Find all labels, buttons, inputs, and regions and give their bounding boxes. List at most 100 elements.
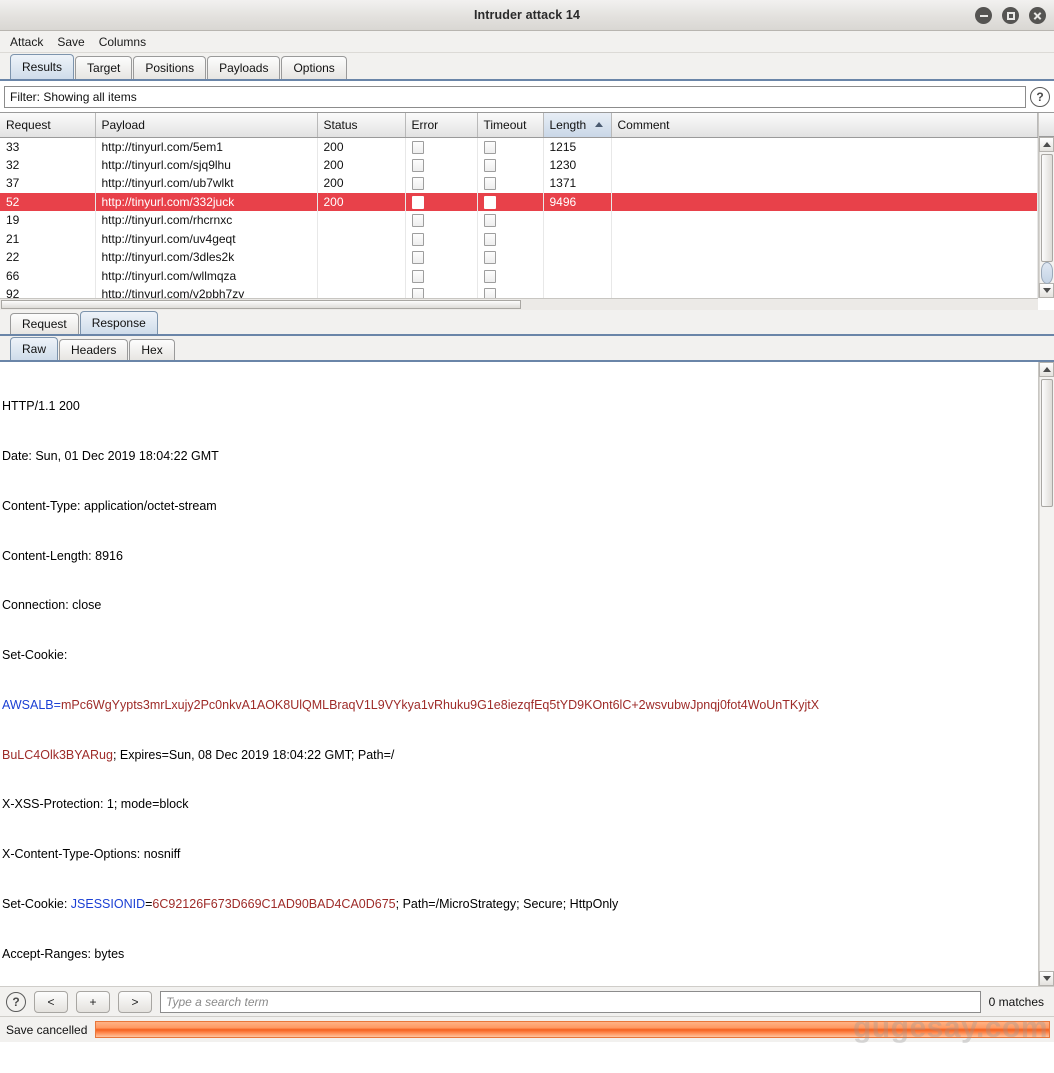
menu-item-columns[interactable]: Columns	[99, 35, 146, 49]
table-header-row: Request Payload Status Error Timeout Len…	[0, 113, 1038, 138]
header-set-cookie-jsessionid: Set-Cookie: JSESSIONID=6C92126F673D669C1…	[2, 896, 1038, 913]
tab-response[interactable]: Response	[79, 311, 158, 334]
horizontal-scroll-thumb[interactable]	[1, 300, 521, 309]
table-row[interactable]: 37 http://tinyurl.com/ub7wlkt 200 1371	[0, 174, 1038, 193]
menu-item-save[interactable]: Save	[57, 35, 84, 49]
table-row[interactable]: 32 http://tinyurl.com/sjq9lhu 200 1230	[0, 155, 1038, 174]
maximize-icon[interactable]	[1002, 7, 1019, 24]
minimize-icon[interactable]	[975, 7, 992, 24]
scroll-track[interactable]	[1039, 152, 1054, 284]
table-row[interactable]: 22 http://tinyurl.com/3dles2k	[0, 248, 1038, 267]
column-header-error[interactable]: Error	[405, 113, 478, 138]
cell-payload: http://tinyurl.com/ub7wlkt	[95, 174, 318, 193]
menu-item-attack[interactable]: Attack	[10, 35, 43, 49]
scrollbar-header-spacer	[1039, 113, 1054, 137]
table-row[interactable]: 33 http://tinyurl.com/5em1 200 1215	[0, 137, 1038, 156]
response-raw-text[interactable]: HTTP/1.1 200 Date: Sun, 01 Dec 2019 18:0…	[0, 362, 1038, 986]
filter-row: Filter: Showing all items ?	[0, 81, 1054, 112]
timeout-checkbox[interactable]	[483, 177, 496, 191]
response-scroll-track[interactable]	[1039, 377, 1054, 971]
cell-error	[405, 192, 478, 211]
timeout-checkbox[interactable]	[483, 195, 496, 209]
response-scroll-up-button[interactable]	[1039, 362, 1054, 377]
column-header-length[interactable]: Length	[543, 113, 612, 138]
search-help-icon[interactable]: ?	[6, 991, 26, 1012]
header-xss-protection: X-XSS-Protection: 1; mode=block	[2, 797, 189, 812]
cell-comment	[611, 285, 1038, 298]
jsessionid-attributes: ; Path=/MicroStrategy; Secure; HttpOnly	[395, 897, 619, 911]
results-horizontal-scrollbar[interactable]	[0, 298, 1038, 310]
cell-timeout	[477, 248, 544, 267]
table-row[interactable]: 92 http://tinyurl.com/v2pbh7zy	[0, 285, 1038, 298]
tab-raw[interactable]: Raw	[10, 337, 59, 360]
title-bar: Intruder attack 14	[0, 0, 1054, 31]
table-row[interactable]: 21 http://tinyurl.com/uv4geqt	[0, 229, 1038, 248]
table-row[interactable]: 66 http://tinyurl.com/wllmqza	[0, 266, 1038, 285]
tab-payloads[interactable]: Payloads	[207, 56, 281, 79]
tab-hex[interactable]: Hex	[129, 339, 175, 360]
response-panel: HTTP/1.1 200 Date: Sun, 01 Dec 2019 18:0…	[0, 362, 1054, 986]
error-checkbox[interactable]	[411, 140, 424, 154]
cell-payload: http://tinyurl.com/wllmqza	[95, 266, 318, 285]
awsalb-value-part1: mPc6WgYypts3mrLxujy2Pc0nkvA1AOK8UlQMLBra…	[60, 697, 820, 712]
timeout-checkbox[interactable]	[483, 288, 496, 298]
search-input[interactable]: Type a search term	[160, 990, 981, 1013]
scroll-up-button[interactable]	[1039, 137, 1054, 152]
scroll-grip[interactable]	[1041, 262, 1053, 284]
tab-options[interactable]: Options	[281, 56, 347, 79]
filter-bar[interactable]: Filter: Showing all items	[4, 86, 1026, 108]
help-icon[interactable]: ?	[1030, 87, 1050, 107]
error-checkbox[interactable]	[411, 214, 424, 228]
column-header-comment[interactable]: Comment	[611, 113, 1038, 138]
response-scroll-down-button[interactable]	[1039, 971, 1054, 986]
search-prev-button[interactable]: <	[34, 990, 68, 1013]
message-tab-strip: Request Response	[0, 310, 1054, 336]
timeout-checkbox[interactable]	[483, 232, 496, 246]
error-checkbox[interactable]	[411, 177, 424, 191]
tab-results[interactable]: Results	[10, 54, 75, 79]
tab-headers[interactable]: Headers	[59, 339, 129, 360]
error-checkbox[interactable]	[411, 251, 424, 265]
search-add-button[interactable]: +	[76, 990, 110, 1013]
table-row[interactable]: 52 http://tinyurl.com/332juck 200 9496	[0, 192, 1038, 211]
tab-positions[interactable]: Positions	[133, 56, 207, 79]
timeout-checkbox[interactable]	[483, 158, 496, 172]
column-header-status[interactable]: Status	[317, 113, 406, 138]
cell-status	[317, 211, 406, 230]
close-icon[interactable]	[1029, 7, 1046, 24]
tab-target[interactable]: Target	[75, 56, 133, 79]
scroll-thumb[interactable]	[1041, 154, 1053, 262]
search-next-button[interactable]: >	[118, 990, 152, 1013]
column-header-payload[interactable]: Payload	[95, 113, 318, 138]
cell-status	[317, 248, 406, 267]
results-vertical-scrollbar[interactable]	[1038, 113, 1054, 298]
response-vertical-scrollbar[interactable]	[1038, 362, 1054, 986]
timeout-checkbox[interactable]	[483, 269, 496, 283]
header-content-type: Content-Type: application/octet-stream	[2, 498, 217, 513]
results-table-viewport: Request Payload Status Error Timeout Len…	[0, 113, 1038, 298]
chevron-down-icon	[1042, 976, 1051, 981]
cell-request: 52	[0, 192, 96, 211]
table-row[interactable]: 19 http://tinyurl.com/rhcrnxc	[0, 211, 1038, 230]
cell-request: 92	[0, 285, 96, 298]
cell-length	[543, 248, 612, 267]
error-checkbox[interactable]	[411, 195, 424, 209]
response-scroll-thumb[interactable]	[1041, 379, 1053, 507]
column-header-request[interactable]: Request	[0, 113, 96, 138]
tab-request[interactable]: Request	[10, 313, 79, 334]
column-header-timeout[interactable]: Timeout	[477, 113, 544, 138]
error-checkbox[interactable]	[411, 232, 424, 246]
scroll-down-button[interactable]	[1039, 283, 1054, 298]
cell-length	[543, 266, 612, 285]
cell-payload: http://tinyurl.com/5em1	[95, 137, 318, 156]
cell-length: 1215	[543, 137, 612, 156]
error-checkbox[interactable]	[411, 288, 424, 298]
error-checkbox[interactable]	[411, 158, 424, 172]
timeout-checkbox[interactable]	[483, 251, 496, 265]
timeout-checkbox[interactable]	[483, 140, 496, 154]
cell-timeout	[477, 211, 544, 230]
error-checkbox[interactable]	[411, 269, 424, 283]
timeout-checkbox[interactable]	[483, 214, 496, 228]
cell-timeout	[477, 155, 544, 174]
cell-request: 37	[0, 174, 96, 193]
